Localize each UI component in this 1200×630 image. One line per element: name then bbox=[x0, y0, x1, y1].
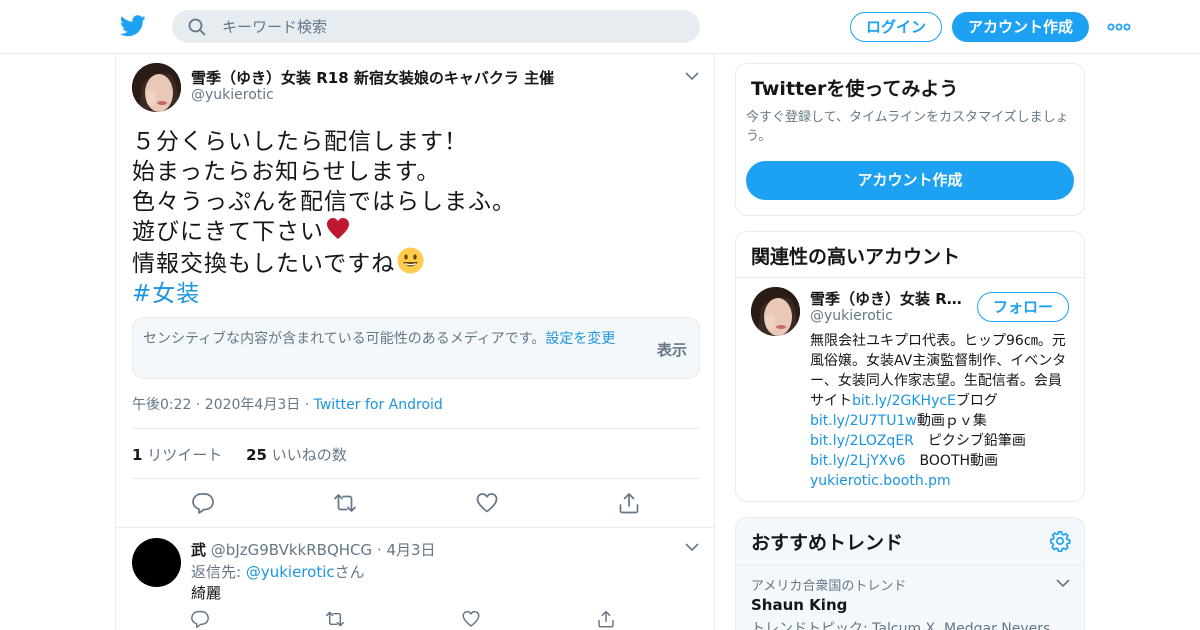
bio-link[interactable]: bit.ly/2GKHycE bbox=[852, 393, 956, 409]
red-heart-emoji-icon bbox=[327, 218, 349, 239]
bio-link[interactable]: bit.ly/2LOZqER bbox=[810, 433, 914, 449]
reply-to-line: 返信先: @yukieroticさん bbox=[191, 561, 365, 582]
reply-text: 綺麗 bbox=[191, 584, 222, 602]
trend-menu-chevron-icon[interactable] bbox=[1056, 578, 1070, 588]
reply-menu-chevron-icon[interactable] bbox=[685, 542, 699, 552]
divider bbox=[736, 565, 1084, 566]
related-account-avatar[interactable] bbox=[751, 287, 800, 336]
hashtag-link[interactable]: #女装 bbox=[132, 279, 516, 309]
retweet-stat-label: リツイート bbox=[147, 446, 223, 464]
tweet-line: 色々うっぷんを配信ではらしまふ。 bbox=[132, 189, 516, 215]
trend-topics: トレンドトピック: Talcum X, Medgar Nevers bbox=[751, 621, 1051, 630]
search-box[interactable] bbox=[172, 10, 700, 43]
divider bbox=[132, 478, 700, 479]
show-media-button[interactable]: 表示 bbox=[657, 339, 687, 360]
like-stat[interactable]: 25 いいねの数 bbox=[246, 446, 347, 464]
divider bbox=[132, 428, 700, 429]
twitter-bird-logo-icon[interactable] bbox=[120, 14, 146, 38]
related-card-title: 関連性の高いアカウント bbox=[751, 246, 961, 268]
bio-link[interactable]: bit.ly/2LjYXv6 bbox=[810, 453, 906, 469]
related-accounts-card: 関連性の高いアカウント 雪季（ゆき）女装 R18 新宿女装娘のキャバクラ 主催 … bbox=[735, 231, 1085, 502]
related-account-handle[interactable]: @yukierotic bbox=[810, 308, 893, 324]
reply-author-header: 武 @bJzG9BVkkRBQHCG · 4月3日 bbox=[191, 539, 436, 560]
tweet-body: ５分くらいしたら配信します！ 始まったらお知らせします。 色々うっぷんを配信では… bbox=[132, 127, 516, 309]
bio-text: ブログ bbox=[955, 393, 998, 409]
tweet-line: ５分くらいしたら配信します！ bbox=[132, 129, 468, 155]
search-icon bbox=[188, 18, 206, 36]
related-account-name[interactable]: 雪季（ゆき）女装 R18 新宿女装娘のキャバクラ 主催 bbox=[810, 288, 970, 309]
bio-text: ピクシブ鉛筆画 bbox=[913, 433, 1026, 449]
bio-link[interactable]: bit.ly/2U7TU1w bbox=[810, 413, 917, 429]
tweet-menu-chevron-icon[interactable] bbox=[685, 71, 699, 81]
tweet-line: 遊びにきて下さい bbox=[132, 219, 324, 245]
author-avatar-image bbox=[132, 63, 181, 112]
sensitive-notice-message: センシティブな内容が含まれている可能性のあるメディアです。 bbox=[143, 331, 546, 347]
like-stat-label: いいねの数 bbox=[271, 446, 347, 464]
trend-location: アメリカ合衆国のトレンド bbox=[751, 579, 907, 594]
more-options-icon[interactable] bbox=[1106, 17, 1132, 37]
like-heart-icon[interactable] bbox=[476, 492, 498, 514]
share-icon[interactable] bbox=[618, 492, 640, 514]
reply-to-prefix: 返信先: bbox=[191, 563, 242, 581]
tweet-stats: 1 リツイート 25 いいねの数 bbox=[132, 444, 347, 465]
tweet-line-with-heart: 遊びにきて下さい bbox=[132, 217, 516, 247]
main-tweet-column: 雪季（ゆき）女装 R18 新宿女装娘のキャバクラ 主催 @yukierotic … bbox=[115, 54, 715, 630]
reply-icon[interactable] bbox=[192, 492, 214, 514]
author-handle[interactable]: @yukierotic bbox=[191, 87, 274, 103]
signup-card-button[interactable]: アカウント作成 bbox=[746, 161, 1074, 200]
trend-name[interactable]: Shaun King bbox=[751, 596, 847, 614]
bio-text: 動画ｐｖ集 bbox=[916, 413, 987, 429]
top-navigation-bar: ログイン アカウント作成 bbox=[0, 0, 1200, 54]
reply-share-icon[interactable] bbox=[597, 610, 615, 628]
reply-author-name[interactable]: 武 bbox=[191, 541, 206, 559]
signup-card-title: Twitterを使ってみよう bbox=[751, 78, 959, 100]
retweet-icon[interactable] bbox=[334, 492, 356, 514]
reply-to-suffix: さん bbox=[334, 563, 365, 581]
reply-reply-icon[interactable] bbox=[191, 610, 209, 628]
trends-card-title: おすすめトレンド bbox=[751, 532, 904, 554]
divider bbox=[736, 277, 1084, 278]
signup-promo-card: Twitterを使ってみよう 今すぐ登録して、タイムラインをカスタマイズしましょ… bbox=[735, 63, 1085, 216]
reply-author-avatar[interactable] bbox=[132, 538, 181, 587]
tweet-client-link[interactable]: Twitter for Android bbox=[314, 397, 443, 413]
divider bbox=[116, 527, 714, 528]
bio-text: BOOTH動画 bbox=[905, 453, 1013, 469]
change-settings-link[interactable]: 設定を変更 bbox=[545, 331, 615, 347]
reply-like-icon[interactable] bbox=[462, 610, 480, 628]
sensitive-notice-text: センシティブな内容が含まれている可能性のあるメディアです。設定を変更 bbox=[143, 329, 643, 349]
bio-link[interactable]: yukierotic.booth.pm bbox=[810, 473, 951, 489]
retweet-count: 1 bbox=[132, 446, 143, 464]
tweet-metadata: 午後0:22 · 2020年4月3日 · Twitter for Android bbox=[132, 394, 443, 414]
tweet-timestamp[interactable]: 午後0:22 · 2020年4月3日 bbox=[132, 397, 300, 413]
reply-to-handle-link[interactable]: @yukierotic bbox=[246, 563, 335, 581]
tweet-line-with-smile: 情報交換もしたいですね bbox=[132, 247, 516, 279]
retweet-stat[interactable]: 1 リツイート bbox=[132, 446, 222, 464]
search-input[interactable] bbox=[222, 10, 682, 43]
tweet-line: 情報交換もしたいですね bbox=[132, 251, 396, 277]
gear-icon[interactable] bbox=[1049, 530, 1071, 552]
reply-author-handle[interactable]: @bJzG9BVkkRBQHCG bbox=[211, 541, 372, 559]
like-count: 25 bbox=[246, 446, 267, 464]
signup-card-description: 今すぐ登録して、タイムラインをカスタマイズしましょう。 bbox=[746, 110, 1069, 144]
signup-button[interactable]: アカウント作成 bbox=[952, 12, 1089, 42]
related-avatar-image bbox=[751, 287, 800, 336]
meta-separator: · bbox=[304, 397, 310, 413]
login-button[interactable]: ログイン bbox=[850, 12, 942, 42]
author-display-name[interactable]: 雪季（ゆき）女装 R18 新宿女装娘のキャバクラ 主催 bbox=[191, 67, 554, 88]
reply-date[interactable]: · 4月3日 bbox=[377, 541, 436, 559]
related-account-bio: 無限会社ユキプロ代表。ヒップ96㎝。元風俗嬢。女装AV主演監督制作、イベンター、… bbox=[810, 331, 1072, 491]
tweet-line: 始まったらお知らせします。 bbox=[132, 159, 441, 185]
author-avatar[interactable] bbox=[132, 63, 181, 112]
follow-button[interactable]: フォロー bbox=[977, 292, 1069, 322]
trends-card: おすすめトレンド アメリカ合衆国のトレンド Shaun King トレンドトピッ… bbox=[735, 517, 1085, 630]
smiling-face-emoji-icon bbox=[397, 247, 424, 274]
sensitive-media-notice: センシティブな内容が含まれている可能性のあるメディアです。設定を変更 表示 bbox=[132, 317, 700, 379]
reply-retweet-icon[interactable] bbox=[326, 610, 344, 628]
